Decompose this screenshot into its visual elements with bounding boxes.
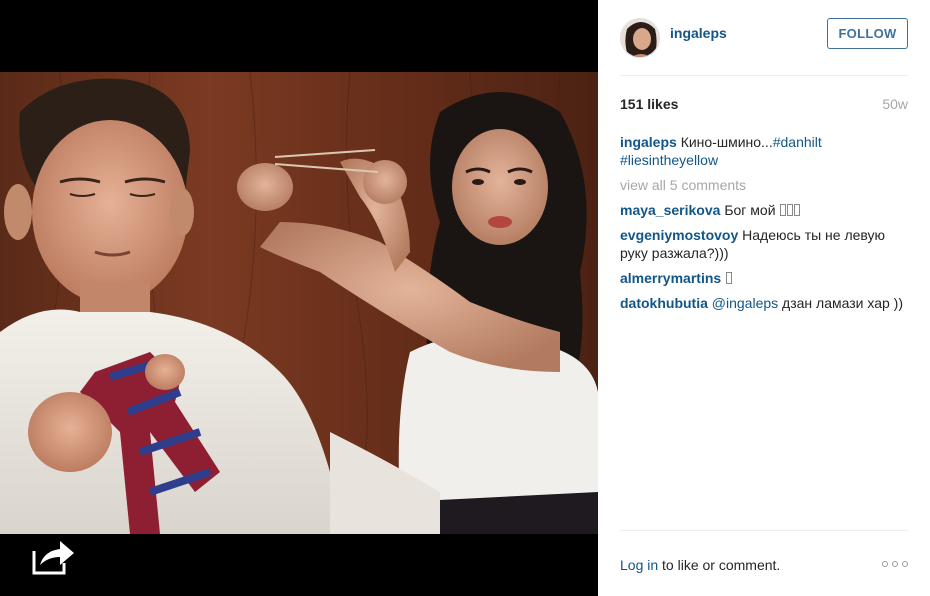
post-info-panel: ingaleps FOLLOW 151 likes 50w ingaleps К… bbox=[598, 0, 930, 596]
caption-username[interactable]: ingaleps bbox=[620, 134, 677, 150]
view-all-comments-link[interactable]: view all 5 comments bbox=[620, 176, 908, 194]
more-options-icon bbox=[902, 560, 908, 567]
comments-list: ingaleps Кино-шмино...#danhilt #liesinth… bbox=[620, 133, 908, 319]
post-footer: Log in to like or comment. bbox=[620, 530, 908, 596]
comment-item: evgeniymostovoy Надеюсь ты не левую руку… bbox=[620, 226, 908, 262]
post-photo[interactable] bbox=[0, 72, 598, 534]
comment-item: almerrymartins bbox=[620, 269, 908, 287]
missing-emoji-glyph bbox=[780, 204, 787, 216]
follow-button[interactable]: FOLLOW bbox=[827, 18, 908, 49]
missing-emoji-glyph bbox=[787, 204, 794, 216]
instagram-post-view: ingaleps FOLLOW 151 likes 50w ingaleps К… bbox=[0, 0, 930, 596]
post-stats: 151 likes 50w bbox=[620, 95, 908, 113]
caption: ingaleps Кино-шмино...#danhilt #liesinth… bbox=[620, 133, 908, 169]
caption-text: Кино-шмино... bbox=[680, 134, 773, 150]
comment-item: datokhubutia @ingaleps дзан ламази хар )… bbox=[620, 294, 908, 312]
likes-count[interactable]: 151 likes bbox=[620, 96, 678, 112]
comment-username[interactable]: datokhubutia bbox=[620, 295, 708, 311]
comment-item: maya_serikova Бог мой bbox=[620, 201, 908, 219]
comment-username[interactable]: evgeniymostovoy bbox=[620, 227, 738, 243]
comment-username[interactable]: maya_serikova bbox=[620, 202, 720, 218]
post-header: ingaleps FOLLOW bbox=[620, 0, 908, 76]
login-link[interactable]: Log in bbox=[620, 557, 658, 573]
hashtag-link[interactable]: #liesintheyellow bbox=[620, 152, 718, 168]
hashtag-link[interactable]: #danhilt bbox=[773, 134, 822, 150]
missing-emoji-glyph bbox=[726, 272, 733, 284]
comment-text: дзан ламази хар )) bbox=[782, 295, 904, 311]
avatar[interactable] bbox=[620, 17, 660, 58]
comment-text: Бог мой bbox=[724, 202, 776, 218]
post-author-username[interactable]: ingaleps bbox=[670, 25, 727, 41]
more-options-icon bbox=[892, 560, 898, 567]
more-options-icon bbox=[882, 560, 888, 567]
share-button[interactable] bbox=[28, 535, 80, 579]
more-options-button[interactable] bbox=[882, 556, 908, 572]
login-prompt: Log in to like or comment. bbox=[620, 557, 780, 573]
media-panel bbox=[0, 0, 598, 596]
post-age[interactable]: 50w bbox=[882, 96, 908, 112]
share-arrow-icon bbox=[32, 541, 74, 575]
login-prompt-suffix: to like or comment. bbox=[658, 556, 781, 573]
comment-username[interactable]: almerrymartins bbox=[620, 270, 721, 286]
comment-mention[interactable]: @ingaleps bbox=[712, 295, 778, 311]
missing-emoji-glyph bbox=[794, 204, 801, 216]
